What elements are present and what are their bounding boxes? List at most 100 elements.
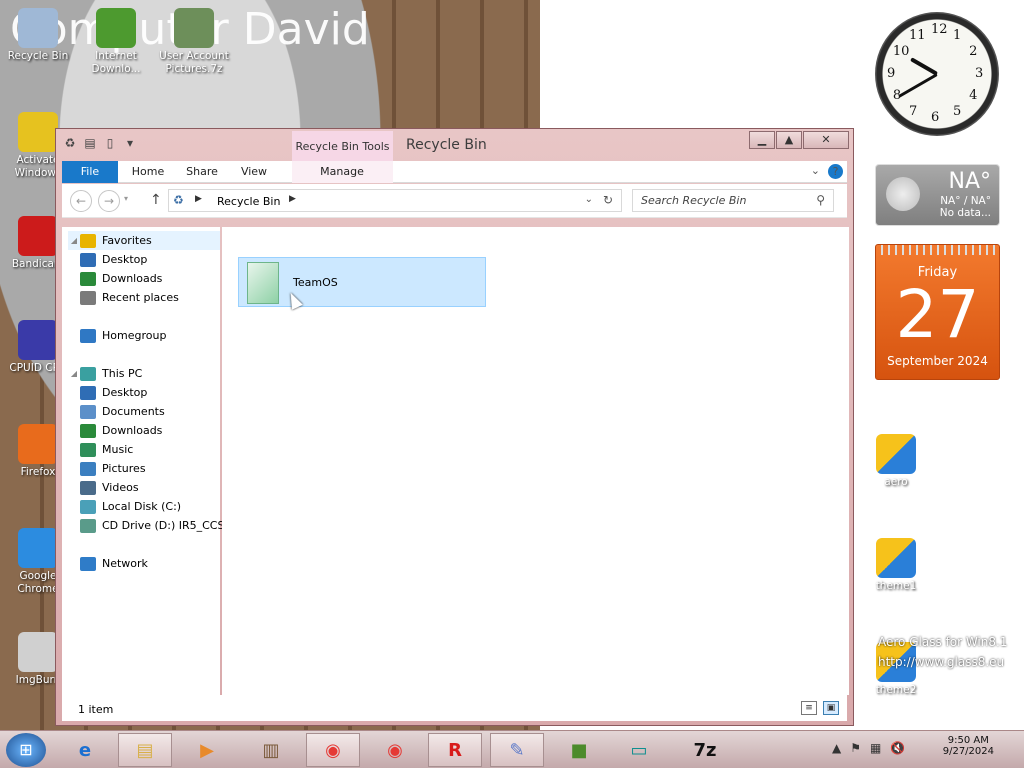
nav-tree-item[interactable]: Local Disk (C:) xyxy=(80,497,181,516)
recycle-bin-icon: ♻ xyxy=(173,193,184,207)
nav-tree-item[interactable]: Network xyxy=(68,554,220,573)
nav-tree-item[interactable]: Music xyxy=(80,440,133,459)
search-input[interactable] xyxy=(633,190,803,211)
recent-locations-icon[interactable]: ▾ xyxy=(124,194,128,203)
desktop-icon-label: theme2 xyxy=(875,684,917,696)
tray-icons: ▲ ⚑ ▦ 🔇 xyxy=(832,741,905,755)
new-folder-icon[interactable]: ▯ xyxy=(102,135,118,151)
breadcrumb-recycle-bin[interactable]: Recycle Bin xyxy=(217,195,280,208)
start-button[interactable]: ⊞ xyxy=(6,733,46,767)
taskbar-button-internet-explorer[interactable]: e xyxy=(58,733,112,767)
weather-status: No data... xyxy=(939,207,991,219)
nav-tree-item[interactable]: ◢ This PC xyxy=(68,364,220,383)
calendar-rings xyxy=(876,245,999,255)
calendar-gadget[interactable]: Friday 27 September 2024 xyxy=(875,244,1000,380)
minimize-button[interactable]: ▁ xyxy=(749,131,775,149)
nav-tree-item[interactable]: Desktop xyxy=(80,383,147,402)
tab-share[interactable]: Share xyxy=(178,161,226,183)
taskbar-button-paint[interactable]: ✎ xyxy=(490,733,544,767)
nav-tree-item[interactable]: CD Drive (D:) IR5_CCS xyxy=(80,516,224,535)
action-center-flag-icon[interactable]: ⚑ xyxy=(850,741,861,755)
explorer-window[interactable]: ♻ ▤ ▯ ▾ Recycle Bin Tools Recycle Bin ▁ … xyxy=(55,128,854,726)
address-dropdown-icon[interactable]: ⌄ xyxy=(585,194,593,205)
chrome-icon: ◉ xyxy=(325,739,341,761)
network-icon[interactable]: ▦ xyxy=(870,741,881,755)
desktop-icon[interactable]: User Account Pictures.7z xyxy=(158,8,230,76)
network-icon xyxy=(80,556,96,571)
taskbar-button-chrome-alt[interactable]: ◉ xyxy=(368,733,422,767)
taskbar-button-file-explorer[interactable]: ▤ xyxy=(118,733,172,767)
desktop-icon[interactable]: theme1 xyxy=(860,538,932,593)
expand-arrow-icon[interactable]: ◢ xyxy=(68,369,80,378)
nav-tree-item[interactable]: Homegroup xyxy=(68,326,220,345)
search-box[interactable]: ⚲ xyxy=(632,189,834,212)
nav-tree-item[interactable]: Videos xyxy=(80,478,139,497)
nav-tree-label: Desktop xyxy=(102,253,148,266)
clock-gadget[interactable]: 12 1 2 3 4 5 6 7 8 9 10 11 xyxy=(875,12,999,136)
file-list[interactable]: TeamOS xyxy=(222,227,849,695)
desktop-icon[interactable]: Recycle Bin xyxy=(2,8,74,63)
nav-tree-item[interactable]: Pictures xyxy=(80,459,146,478)
videos-icon xyxy=(80,480,96,495)
taskbar-button-archiver[interactable]: ▥ xyxy=(244,733,298,767)
taskbar-button-minecraft[interactable]: ■ xyxy=(552,733,606,767)
taskbar-button-display[interactable]: ▭ xyxy=(612,733,666,767)
nav-tree-label: Music xyxy=(102,443,134,456)
tab-home[interactable]: Home xyxy=(124,161,172,183)
nav-tree-item[interactable]: Recent places xyxy=(80,288,179,307)
expand-arrow-icon[interactable]: ◢ xyxy=(68,236,80,245)
nav-tree-label: Favorites xyxy=(102,234,152,247)
tab-manage[interactable]: Manage xyxy=(312,161,372,183)
properties-icon[interactable]: ▤ xyxy=(82,135,98,151)
caption-buttons: ▁ ▲ ✕ xyxy=(748,131,849,149)
weather-gadget[interactable]: NA° NA° / NA° No data... xyxy=(875,164,1000,226)
taskbar-button-chrome[interactable]: ◉ xyxy=(306,733,360,767)
taskbar-button-7zip[interactable]: 7z xyxy=(678,733,732,767)
weather-range: NA° / NA° xyxy=(940,195,991,207)
details-view-icon[interactable]: ≡ xyxy=(801,701,817,715)
desktop-icon[interactable]: Internet Downlo... xyxy=(80,8,152,76)
nav-tree-item[interactable]: Documents xyxy=(80,402,165,421)
address-expand-icon[interactable]: ▶ xyxy=(289,194,296,204)
file-explorer-icon: ▤ xyxy=(136,739,154,761)
address-separator-icon[interactable]: ▶ xyxy=(195,194,202,204)
key-icon xyxy=(18,112,58,152)
large-icons-view-icon[interactable]: ▣ xyxy=(823,701,839,715)
search-icon[interactable]: ⚲ xyxy=(816,193,825,207)
qat-dropdown-icon[interactable]: ▾ xyxy=(122,135,138,151)
tab-file[interactable]: File xyxy=(62,161,118,183)
clock-number: 9 xyxy=(887,66,896,81)
windows-logo-icon: ⊞ xyxy=(19,740,33,759)
nav-tree-item[interactable]: Downloads xyxy=(80,269,162,288)
refresh-icon[interactable]: ↻ xyxy=(603,193,613,207)
tray-clock[interactable]: 9:50 AM 9/27/2024 xyxy=(943,735,994,757)
nav-tree-label: Videos xyxy=(102,481,139,494)
nav-tree-label: Local Disk (C:) xyxy=(102,500,182,513)
tab-view[interactable]: View xyxy=(234,161,274,183)
taskbar-button-media-player[interactable]: ▶ xyxy=(180,733,234,767)
help-icon[interactable]: ? xyxy=(828,164,843,179)
nav-tree-item[interactable]: Desktop xyxy=(80,250,147,269)
back-button[interactable]: ← xyxy=(70,190,92,212)
close-button[interactable]: ✕ xyxy=(803,131,849,149)
desktop-icon[interactable]: aero xyxy=(860,434,932,489)
file-item-teamos[interactable]: TeamOS xyxy=(238,257,486,307)
navigation-bar: ← → ▾ ↑ ♻ ▶ Recycle Bin ▶ ⌄ ↻ ⚲ xyxy=(62,184,847,218)
title-bar[interactable]: ♻ ▤ ▯ ▾ Recycle Bin Tools Recycle Bin ▁ … xyxy=(56,129,853,161)
status-bar: 1 item ≡ ▣ xyxy=(62,695,847,721)
clock-number: 10 xyxy=(892,44,910,59)
window-icon[interactable]: ♻ xyxy=(62,135,78,151)
media-player-icon: ▶ xyxy=(200,739,214,761)
nav-tree-label: Pictures xyxy=(102,462,146,475)
maximize-button[interactable]: ▲ xyxy=(776,131,802,149)
taskbar-button-roblox[interactable]: R xyxy=(428,733,482,767)
up-button[interactable]: ↑ xyxy=(150,192,162,208)
theme-icon xyxy=(876,538,916,578)
show-hidden-icons-icon[interactable]: ▲ xyxy=(832,741,841,755)
nav-tree-item[interactable]: ◢ Favorites xyxy=(68,231,220,250)
ribbon-expand-icon[interactable]: ⌄ xyxy=(811,164,820,179)
address-bar[interactable]: ♻ ▶ Recycle Bin ▶ ⌄ ↻ xyxy=(168,189,622,212)
nav-tree-item[interactable]: Downloads xyxy=(80,421,162,440)
volume-muted-icon[interactable]: 🔇 xyxy=(890,741,905,755)
forward-button[interactable]: → xyxy=(98,190,120,212)
